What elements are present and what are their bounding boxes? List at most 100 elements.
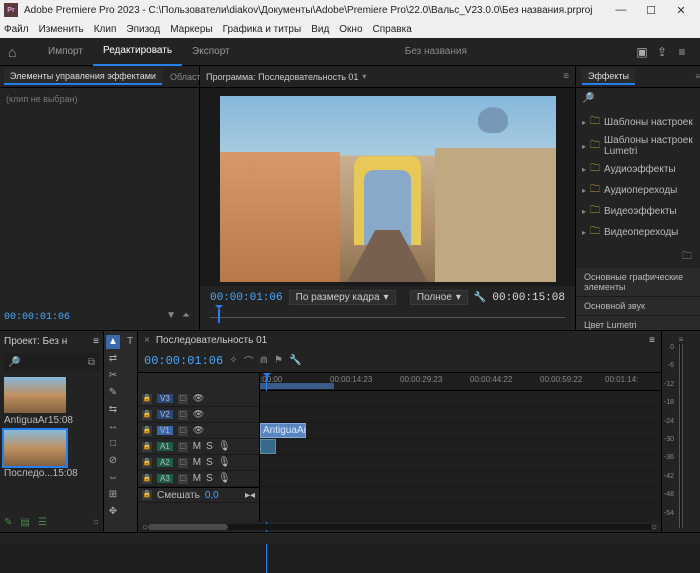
lock-icon[interactable]: 🔒 [142,458,152,468]
effects-folder-video-fx[interactable]: ▸🗀Видеоэффекты [576,201,700,222]
menu-window[interactable]: Окно [339,24,362,35]
track-header-v1[interactable]: 🔒V1⬚👁 [138,423,259,439]
menu-file[interactable]: Файл [4,24,29,35]
minimize-button[interactable]: — [606,4,636,16]
new-bin-icon[interactable]: 🗀 [682,249,692,266]
zoom-scroll-handle[interactable] [148,524,228,530]
work-area-bar[interactable] [260,383,334,389]
project-tab[interactable]: Проект: Без н≡ [0,331,103,351]
tab-effects[interactable]: Эффекты [582,69,635,85]
track-v3[interactable] [260,391,661,407]
timeline-panel-menu-icon[interactable]: ≡ [649,335,655,346]
menu-edit[interactable]: Изменить [39,24,84,35]
track-a3[interactable] [260,471,661,487]
mic-icon[interactable]: 🎙 [218,473,231,484]
program-scrubber[interactable] [210,309,565,327]
tab-effect-controls[interactable]: Элементы управления эффектами [4,69,162,85]
timeline-settings-icon[interactable]: ⚑ [274,355,283,366]
nav-import[interactable]: Импорт [38,38,93,66]
lock-icon[interactable]: 🔒 [142,394,152,404]
maximize-button[interactable]: ☐ [636,4,666,17]
effects-search[interactable]: 🔎 [576,88,700,108]
effects-folder-audio-trans[interactable]: ▸🗀Аудиопереходы [576,180,700,201]
program-playhead[interactable] [218,309,220,323]
menu-view[interactable]: Вид [311,24,329,35]
menu-markers[interactable]: Маркеры [170,24,212,35]
toggle-keyframes-icon[interactable]: ▼ [166,310,176,321]
ripple-edit-tool[interactable]: ✂ [106,369,120,383]
track-header-v2[interactable]: 🔒V2⬚👁 [138,407,259,423]
nav-export[interactable]: Экспорт [182,38,240,66]
program-dropdown-icon[interactable]: ▾ [362,72,366,81]
timeline-sequence-tab[interactable]: Последовательность 01 [156,335,267,346]
program-video-frame[interactable] [220,96,556,282]
panel-essential-graphics[interactable]: Основные графические элементы [576,268,700,297]
project-panel-menu-icon[interactable]: ≡ [93,336,99,347]
timeline-tracks[interactable]: AntiguaAr [260,391,661,522]
track-v2[interactable] [260,407,661,423]
project-search-input[interactable] [20,357,76,367]
wrench-icon[interactable]: 🔧 [289,355,301,366]
freeform-view-icon[interactable]: ☰ [38,517,47,528]
resolution-dropdown[interactable]: Полное▾ [410,290,468,305]
lock-icon[interactable]: 🔒 [142,474,152,484]
slide-tool[interactable]: ✥ [106,505,120,519]
zoom-fit-dropdown[interactable]: По размеру кадра▾ [289,290,396,305]
effects-folder-video-trans[interactable]: ▸🗀Видеопереходы [576,222,700,243]
razor-tool[interactable]: ✎ [106,386,120,400]
menu-clip[interactable]: Клип [94,24,117,35]
filter-bin-icon[interactable]: ⧉ [88,357,95,368]
icon-view-icon[interactable]: ▤ [20,517,29,528]
type-tool[interactable]: T [123,335,137,349]
track-mix[interactable] [260,487,661,503]
effects-folder-audio-fx[interactable]: ▸🗀Аудиоэффекты [576,159,700,180]
home-icon[interactable]: ⌂ [8,44,26,60]
program-panel-menu-icon[interactable]: ≡ [563,71,569,82]
nav-edit[interactable]: Редактировать [93,38,182,66]
quick-export-icon[interactable]: ▣ [632,45,652,59]
lock-icon[interactable]: 🔒 [142,410,152,420]
workspace-menu-icon[interactable]: ≡ [672,45,692,59]
mic-icon[interactable]: 🎙 [218,441,231,452]
effects-panel-menu-icon[interactable]: ≡ [695,72,700,81]
timeline-ruler[interactable]: :00:00 00:00:14:23 00:00:29:23 00:00:44:… [260,373,661,391]
linked-selection-icon[interactable]: ⌒ [244,353,254,368]
track-a2[interactable] [260,455,661,471]
project-item-2[interactable]: Последо...15:08 [4,430,66,479]
track-header-a2[interactable]: 🔒A2⬚MS🎙 [138,455,259,471]
effects-folder-presets[interactable]: ▸🗀Шаблоны настроек [576,112,700,133]
effects-folder-lumetri[interactable]: ▸🗀Шаблоны настроек Lumetri [576,133,700,159]
panel-essential-sound[interactable]: Основной звук [576,297,700,316]
audio-meter[interactable]: 0 -6 -12 -18 -24 -30 -36 -42 -48 -54 [679,344,683,528]
timeline-timecode[interactable]: 00:00:01:06 [144,354,223,368]
slip-tool[interactable]: ⇆ [106,403,120,417]
eye-icon[interactable]: 👁 [193,393,204,404]
pen-tool[interactable]: ↔ [106,420,120,434]
project-item-1[interactable]: AntiguaAr15:08 [4,377,66,426]
settings-icon[interactable]: 🔧 [474,292,486,303]
track-v1[interactable]: AntiguaAr [260,423,661,439]
zoom-slider-handle[interactable]: ○ [93,517,99,528]
mix-value[interactable]: 0,0 [205,490,219,501]
menu-graphics[interactable]: Графика и титры [223,24,302,35]
track-a1[interactable] [260,439,661,455]
add-marker-icon[interactable]: ⋒ [260,355,268,366]
menu-help[interactable]: Справка [373,24,412,35]
project-search[interactable]: 🔎 ⧉ [4,353,99,371]
audio-clip[interactable] [260,439,276,454]
lock-icon[interactable]: 🔒 [142,442,152,452]
zoom-tool[interactable]: ⇔ [106,471,120,485]
eye-icon[interactable]: 👁 [193,409,204,420]
snap-icon[interactable]: ✧ [229,355,237,366]
menu-sequence[interactable]: Эпизод [126,24,160,35]
mic-icon[interactable]: 🎙 [218,457,231,468]
effect-controls-timecode[interactable]: 00:00:01:06 [4,312,70,323]
selection-tool[interactable]: ▲ [106,335,120,349]
track-select-tool[interactable]: ⇄ [106,352,120,366]
track-header-mix[interactable]: 🔒Смешать0,0▸◂ [138,487,259,503]
share-icon[interactable]: ⇪ [652,45,672,59]
track-header-a3[interactable]: 🔒A3⬚MS🎙 [138,471,259,487]
lock-icon[interactable]: 🔒 [142,426,152,436]
lock-icon[interactable]: 🔒 [142,490,152,500]
close-button[interactable]: ✕ [666,4,696,17]
